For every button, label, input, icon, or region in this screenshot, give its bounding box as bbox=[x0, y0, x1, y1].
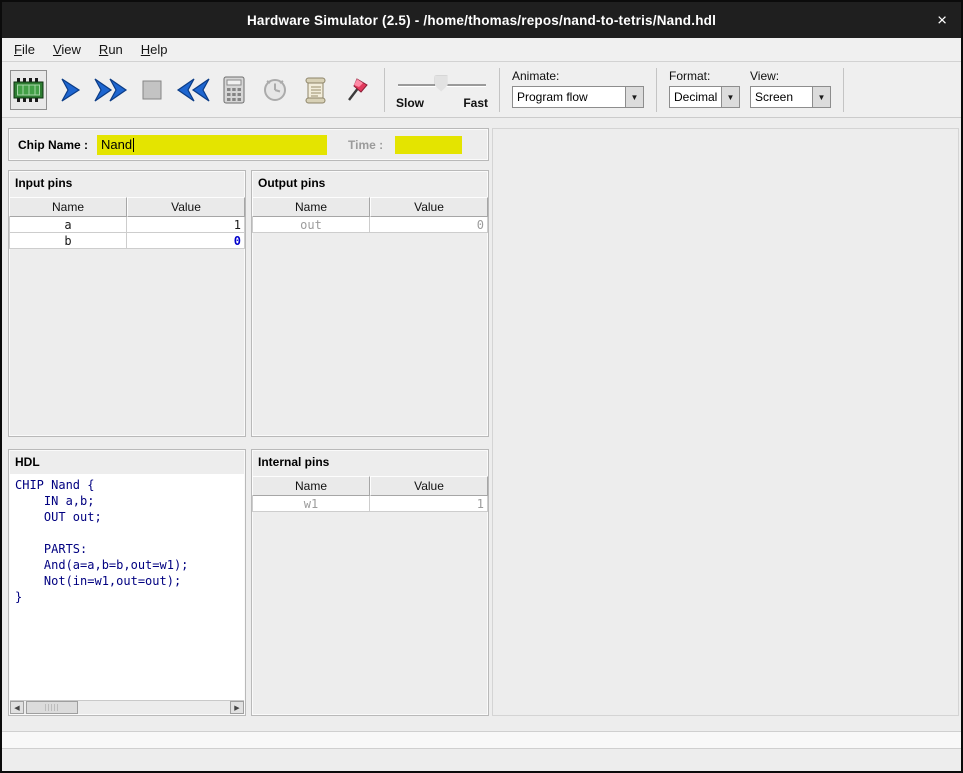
toolbar: Slow Fast Animate: Program flow ▼ Format… bbox=[2, 62, 961, 118]
stop-button[interactable] bbox=[133, 70, 170, 110]
breakpoints-button[interactable] bbox=[338, 70, 375, 110]
column-header-name: Name bbox=[252, 476, 370, 496]
display-area-panel bbox=[492, 128, 959, 716]
footer bbox=[2, 718, 961, 771]
scroll-left-icon[interactable]: ◀ bbox=[10, 701, 24, 714]
table-row: a 1 bbox=[9, 217, 245, 233]
hdl-horizontal-scrollbar[interactable]: ◀ ▶ bbox=[10, 700, 244, 714]
view-select[interactable]: Screen ▼ bbox=[750, 86, 831, 108]
time-label: Time : bbox=[348, 138, 383, 152]
speed-slider-group: Slow Fast bbox=[396, 70, 488, 110]
toolbar-separator bbox=[656, 68, 657, 112]
menu-run[interactable]: Run bbox=[91, 40, 133, 59]
column-header-name: Name bbox=[252, 197, 370, 217]
chip-name-label: Chip Name : bbox=[18, 138, 88, 152]
step-forward-icon bbox=[57, 77, 83, 103]
pin-name: out bbox=[252, 217, 370, 233]
animate-select[interactable]: Program flow ▼ bbox=[512, 86, 644, 108]
menu-view[interactable]: View bbox=[45, 40, 91, 59]
menu-file[interactable]: File bbox=[6, 40, 45, 59]
toolbar-separator bbox=[499, 68, 500, 112]
scroll-script-icon bbox=[303, 76, 329, 104]
script-button[interactable] bbox=[297, 70, 334, 110]
format-group: Format: Decimal ▼ bbox=[669, 62, 740, 108]
clock-button[interactable] bbox=[256, 70, 293, 110]
scrollbar-thumb[interactable] bbox=[26, 701, 78, 714]
toolbar-separator bbox=[843, 68, 844, 112]
internal-pins-title: Internal pins bbox=[252, 450, 488, 469]
single-step-button[interactable] bbox=[51, 70, 88, 110]
view-selected-value: Screen bbox=[751, 87, 812, 107]
clock-icon bbox=[262, 77, 288, 103]
pin-name: w1 bbox=[252, 496, 370, 512]
slider-fast-label: Fast bbox=[463, 96, 488, 110]
breakpoint-flag-icon bbox=[344, 77, 370, 103]
close-icon[interactable]: × bbox=[937, 12, 947, 29]
title-bar: Hardware Simulator (2.5) - /home/thomas/… bbox=[2, 2, 961, 38]
calculator-button[interactable] bbox=[215, 70, 252, 110]
rewind-icon bbox=[175, 77, 211, 103]
animate-label: Animate: bbox=[512, 69, 644, 83]
table-row: w1 1 bbox=[252, 496, 488, 512]
toolbar-separator bbox=[384, 68, 385, 112]
column-header-value: Value bbox=[370, 197, 488, 217]
pin-value[interactable]: 0 bbox=[127, 233, 245, 249]
window-title: Hardware Simulator (2.5) - /home/thomas/… bbox=[247, 13, 716, 28]
input-pins-title: Input pins bbox=[9, 171, 245, 190]
chip-icon bbox=[13, 78, 45, 102]
pin-value: 1 bbox=[370, 496, 488, 512]
table-row: b 0 bbox=[9, 233, 245, 249]
chip-name-value: Nand bbox=[101, 137, 132, 152]
menu-help[interactable]: Help bbox=[133, 40, 178, 59]
slider-thumb[interactable] bbox=[435, 76, 448, 92]
run-button[interactable] bbox=[92, 70, 129, 110]
internal-pins-table: Name Value w1 1 bbox=[252, 476, 488, 512]
column-header-value: Value bbox=[127, 197, 245, 217]
animate-group: Animate: Program flow ▼ bbox=[512, 62, 644, 108]
input-pins-panel: Input pins Name Value a 1 b 0 bbox=[8, 170, 246, 437]
animate-selected-value: Program flow bbox=[513, 87, 625, 107]
reset-button[interactable] bbox=[174, 70, 211, 110]
hdl-title: HDL bbox=[9, 450, 245, 469]
speed-slider[interactable] bbox=[396, 75, 488, 93]
calculator-icon bbox=[222, 76, 246, 104]
chevron-down-icon[interactable]: ▼ bbox=[812, 87, 830, 107]
hardware-simulator-window: Hardware Simulator (2.5) - /home/thomas/… bbox=[0, 0, 963, 773]
pin-name: a bbox=[9, 217, 127, 233]
pin-value[interactable]: 1 bbox=[127, 217, 245, 233]
input-pins-table: Name Value a 1 b 0 bbox=[9, 197, 245, 249]
output-pins-table: Name Value out 0 bbox=[252, 197, 488, 233]
fast-forward-icon bbox=[93, 77, 129, 103]
chip-name-input[interactable]: Nand bbox=[97, 135, 327, 155]
format-label: Format: bbox=[669, 69, 740, 83]
column-header-value: Value bbox=[370, 476, 488, 496]
menu-bar: File View Run Help bbox=[2, 38, 961, 62]
load-chip-button[interactable] bbox=[10, 70, 47, 110]
pin-value: 0 bbox=[370, 217, 488, 233]
pin-name: b bbox=[9, 233, 127, 249]
column-header-name: Name bbox=[9, 197, 127, 217]
format-selected-value: Decimal bbox=[670, 87, 721, 107]
format-select[interactable]: Decimal ▼ bbox=[669, 86, 740, 108]
slider-slow-label: Slow bbox=[396, 96, 424, 110]
hdl-panel: HDL CHIP Nand { IN a,b; OUT out; PARTS: … bbox=[8, 449, 246, 716]
output-pins-panel: Output pins Name Value out 0 bbox=[251, 170, 489, 437]
chevron-down-icon[interactable]: ▼ bbox=[625, 87, 643, 107]
time-input[interactable] bbox=[395, 136, 462, 154]
view-group: View: Screen ▼ bbox=[750, 62, 831, 108]
scroll-right-icon[interactable]: ▶ bbox=[230, 701, 244, 714]
view-label: View: bbox=[750, 69, 831, 83]
status-bar bbox=[2, 731, 961, 749]
internal-pins-panel: Internal pins Name Value w1 1 bbox=[251, 449, 489, 716]
chip-header-panel: Chip Name : Nand Time : bbox=[8, 128, 489, 161]
main-area: Chip Name : Nand Time : Input pins Name … bbox=[2, 118, 961, 718]
chevron-down-icon[interactable]: ▼ bbox=[721, 87, 739, 107]
stop-square-icon bbox=[140, 78, 164, 102]
table-row: out 0 bbox=[252, 217, 488, 233]
hdl-code-view: CHIP Nand { IN a,b; OUT out; PARTS: And(… bbox=[10, 474, 244, 700]
output-pins-title: Output pins bbox=[252, 171, 488, 190]
text-cursor bbox=[133, 138, 134, 152]
